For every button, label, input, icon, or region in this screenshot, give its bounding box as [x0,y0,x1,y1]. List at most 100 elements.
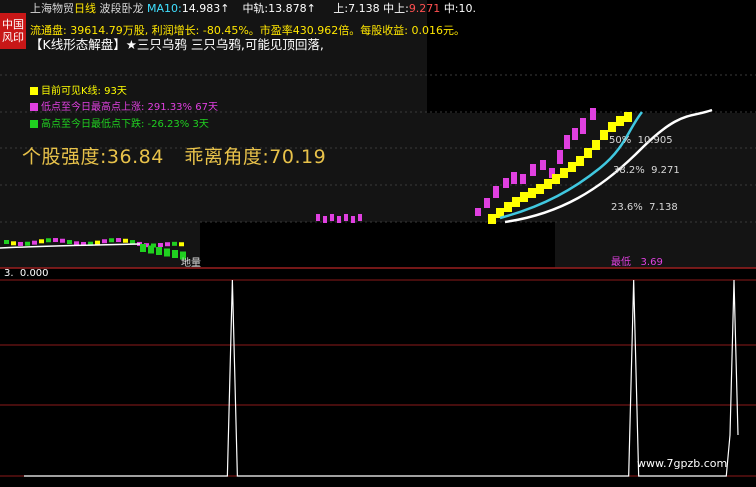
legend-low-to-high: 低点至今日最高点上涨: 291.33% 67天 [30,98,218,113]
zhong-value: 10. [458,2,477,15]
mid-value: 13.878↑ [268,2,316,15]
strength-value: 36.84 [106,146,164,168]
legend-swatch-green [30,120,38,128]
candle [11,241,16,246]
candle [330,214,334,221]
band-block [528,188,536,198]
fib-level-38: 38.2% 9.271 [613,165,680,176]
band-block [544,179,552,189]
band-block [576,156,584,166]
logo-line-2: 风印 [2,31,24,44]
candle [67,240,72,245]
candle [4,240,9,244]
lower-panel-readout: 3. 0.000 [4,268,49,279]
candle [158,243,163,248]
candle [580,118,586,134]
angle-value: 70.19 [269,146,327,168]
legend-visible-bars: 目前可见K线: 93天 [30,82,127,97]
band-block [512,197,520,207]
upper-label: 上: [333,2,349,15]
mid-label: 中轨: [242,2,269,15]
candle [156,247,162,255]
band-block [616,116,624,126]
brand-logo: 中国 风印 [0,13,26,49]
candle [102,239,107,244]
pattern-analysis-title: 【K线形态解盘】★三只乌鸦 三只乌鸦,可能见顶回落, [30,37,324,52]
band-block [488,214,496,224]
candle [557,150,563,164]
band-block [592,140,600,150]
candle [344,214,348,221]
zhongshang-value: 9.271 [408,2,441,15]
signal-series-line [24,279,739,477]
legend-swatch-yellow [30,87,38,95]
candle [165,242,170,247]
fib-level-23: 23.6% 7.138 [611,202,678,213]
candle [60,238,65,243]
candle [337,216,341,223]
candle [351,216,355,223]
candle [123,238,128,243]
candle [25,241,30,246]
indicator-name[interactable]: 波段卧龙 [100,2,144,15]
candle [109,238,114,243]
header-bar: 上海物贸日线 波段卧龙 MA10:14.983↑ 中轨:13.878↑ 上:7.… [30,0,476,16]
min-price-label: 最低 3.69 [611,257,663,268]
band-block [608,122,616,132]
candle [484,198,490,208]
candle [503,178,509,188]
lower-grid-lines [0,279,756,477]
band-block [520,192,528,202]
candle [53,238,58,243]
candle [164,248,170,257]
candle [148,245,154,254]
candle [140,244,146,252]
band-block [552,174,560,184]
candle [590,108,596,120]
candle [172,241,177,246]
candle [530,164,536,176]
angle-label: 乖离角度: [184,146,270,168]
candle [323,216,327,223]
band-block [568,162,576,172]
band-block [600,130,608,140]
zhongshang-label: 中上: [383,2,409,15]
chart-canvas [0,74,756,477]
band-block [536,184,544,194]
candle [511,172,517,184]
fib-level-50: 50% 10.905 [609,135,673,146]
stock-name[interactable]: 上海物贸 [30,2,74,15]
candle [172,250,178,258]
logo-line-1: 中国 [2,18,24,31]
candle [520,174,526,184]
candle [32,240,37,245]
upper-value: 7.138 [348,2,380,15]
candle [95,240,100,245]
candle [572,128,578,140]
candle [316,214,320,221]
band-block [560,168,568,178]
candle [116,238,121,243]
legend-swatch-magenta [30,103,38,111]
period-label[interactable]: 日线 [74,2,96,15]
candle [18,241,23,246]
band-block [624,112,632,122]
site-watermark: www.7gpzb.com [637,457,728,470]
candle [46,238,51,243]
candle [358,214,362,221]
strength-readout: 个股强度:36.84 乖离角度:70.19 [22,142,326,169]
ma-value: 14.983↑ [181,2,230,15]
candle [493,186,499,198]
ma-label: MA10: [147,2,182,15]
candle [475,208,481,216]
candle [540,160,546,170]
candle [564,135,570,149]
strength-label: 个股强度: [22,146,107,168]
candle [179,242,184,247]
band-block [584,148,592,158]
candlestick-series [4,108,596,260]
zhong-label: 中: [443,2,459,15]
band-block [504,202,512,212]
legend-high-to-low: 高点至今日最低点下跌: -26.23% 3天 [30,115,209,130]
candle [39,239,44,244]
